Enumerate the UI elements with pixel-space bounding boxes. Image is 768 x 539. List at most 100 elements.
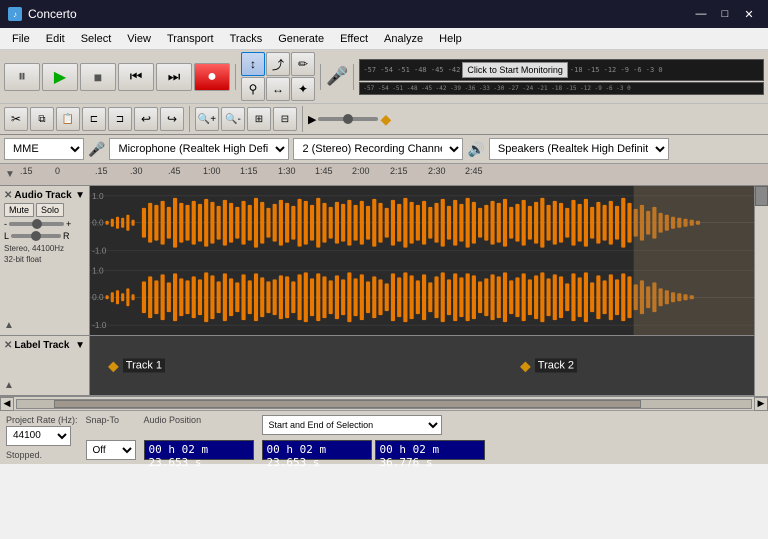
tick-245: 2:45 [465,166,483,176]
channels-select[interactable]: 2 (Stereo) Recording Channels [293,138,463,160]
audio-track-name: Audio Track [14,190,71,201]
label-track-menu[interactable]: ▼ [75,340,85,351]
audio-position-val-row: 00 h 02 m 23.653 s [144,440,254,460]
selection-end-input[interactable]: 00 h 02 m 36.776 s [375,440,485,460]
record-button[interactable]: ● [194,63,230,91]
pan-left-label: L [4,231,9,241]
solo-button[interactable]: Solo [36,203,64,217]
timeline-ruler[interactable]: .15 0 .15 .30 .45 1:00 1:15 1:30 1:45 2:… [20,164,768,185]
marker-1-label: Track 1 [123,359,165,373]
gain-slider[interactable] [9,222,64,226]
minimize-button[interactable]: — [690,5,712,23]
vertical-scrollbar[interactable] [754,186,768,396]
menu-view[interactable]: View [119,31,159,47]
menu-effect[interactable]: Effect [332,31,376,47]
level-scale-top: -57 -54 -51 -48 -45 -42 [363,66,460,74]
audio-position-input[interactable]: 00 h 02 m 23.653 s [144,440,254,460]
separator-3 [353,64,354,90]
tick-145: 1:45 [315,166,333,176]
snap-to-col: Snap-To Off [86,415,136,460]
mic-icon[interactable]: 🎤 [326,66,348,87]
cut-button[interactable]: ✂ [4,107,28,131]
menu-select[interactable]: Select [73,31,120,47]
selection-type-select[interactable]: Start and End of Selection [262,415,442,435]
copy-button[interactable]: ⧉ [30,107,54,131]
audio-track-menu[interactable]: ▼ [75,190,85,201]
audio-track-info: Stereo, 44100Hz 32-bit float [4,243,85,265]
project-rate-col: Project Rate (Hz): 44100 Stopped. [6,415,78,460]
audio-track-controls: ✕ Audio Track ▼ Mute Solo - + L R [0,186,90,335]
device-row: MME 🎤 Microphone (Realtek High Defi 2 (S… [0,135,768,164]
level-scale-bottom: -57 -54 -51 -48 -45 -42 -39 -36 -33 -30 … [363,85,630,92]
menu-edit[interactable]: Edit [38,31,73,47]
label-waveform-area[interactable]: ◆ Track 1 ◆ Track 2 [90,336,754,395]
hscroll-thumb[interactable] [54,400,641,408]
hscroll-left-btn[interactable]: ◀ [0,397,14,411]
zoom-out-button[interactable]: 🔍- [221,107,245,131]
zoom-sel-button[interactable]: ⊞ [247,107,271,131]
horizontal-scrollbar[interactable]: ◀ ▶ [0,396,768,410]
close-button[interactable]: ✕ [738,5,760,23]
menu-tracks[interactable]: Tracks [222,31,271,47]
tick-0: 0 [55,166,60,176]
skip-fwd-button[interactable]: ⏭ [156,63,192,91]
tick-100: 1:00 [203,166,221,176]
maximize-button[interactable]: □ [714,5,736,23]
silence-button[interactable]: ⊐ [108,107,132,131]
audio-track-close[interactable]: ✕ [4,190,12,201]
marker-2-dot: ◆ [520,357,531,374]
pan-slider[interactable] [11,234,61,238]
label-marker-2: ◆ Track 2 [520,357,577,374]
menu-generate[interactable]: Generate [270,31,332,47]
audio-track-wrapper: ✕ Audio Track ▼ Mute Solo - + L R [0,186,754,336]
playback-speed-group: ▶ ◆ [308,111,391,128]
paste-button[interactable]: 📋 [56,107,80,131]
snap-to-label: Snap-To [86,415,136,425]
hscroll-right-btn[interactable]: ▶ [754,397,768,411]
snap-to-select[interactable]: Off [86,440,136,460]
menu-file[interactable]: File [4,31,38,47]
draw-tool-button[interactable]: ✏ [291,52,315,76]
track-expand-icon[interactable]: ▲ [4,320,14,331]
trim-button[interactable]: ⊏ [82,107,106,131]
menu-analyze[interactable]: Analyze [376,31,431,47]
output-device-select[interactable]: Speakers (Realtek High Definiti [489,138,669,160]
undo-button[interactable]: ↩ [134,107,158,131]
label-track-close[interactable]: ✕ [4,340,12,351]
host-select[interactable]: MME [4,138,84,160]
pause-button[interactable]: ⏸ [4,63,40,91]
svg-text:1.0: 1.0 [92,192,104,201]
app-title: Concerto [28,7,77,21]
input-device-select[interactable]: Microphone (Realtek High Defi [109,138,289,160]
playback-speed-slider[interactable] [318,117,378,121]
zoom-in-button[interactable]: 🔍+ [195,107,219,131]
status-bar: Project Rate (Hz): 44100 Stopped. Snap-T… [0,410,768,464]
zoom-tool-button[interactable]: ⚲ [241,77,265,101]
redo-button[interactable]: ↪ [160,107,184,131]
mute-button[interactable]: Mute [4,203,34,217]
audio-waveform-area[interactable]: 1.0 0.0 -1.0 [90,186,754,335]
multi-tool-button[interactable]: ✦ [291,77,315,101]
zoom-fit-button[interactable]: ⊟ [273,107,297,131]
project-rate-select[interactable]: 44100 [6,426,71,446]
marker-1-dot: ◆ [108,357,119,374]
menu-transport[interactable]: Transport [159,31,222,47]
scroll-thumb[interactable] [755,186,768,206]
svg-text:0.0: 0.0 [92,293,104,302]
skip-back-button[interactable]: ⏮ [118,63,154,91]
hscroll-track[interactable] [16,399,752,409]
click-monitor-button[interactable]: Click to Start Monitoring [462,62,568,78]
menu-help[interactable]: Help [431,31,470,47]
timeline[interactable]: ▼ .15 0 .15 .30 .45 1:00 1:15 1:30 1:45 … [0,164,768,186]
menu-bar: File Edit Select View Transport Tracks G… [0,28,768,50]
track-pan-row: L R [4,231,85,241]
svg-text:0.0: 0.0 [92,219,104,228]
selection-start-input[interactable]: 00 h 02 m 23.653 s [262,440,372,460]
timeshift-tool-button[interactable]: ↔ [266,77,290,101]
label-expand-icon[interactable]: ▲ [4,380,14,391]
label-track-controls: ✕ Label Track ▼ ▲ [0,336,90,395]
play-button[interactable]: ▶ [42,63,78,91]
stop-button[interactable]: ■ [80,63,116,91]
select-tool-button[interactable]: ↕ [241,52,265,76]
envelope-tool-button[interactable]: ⤴ [266,52,290,76]
